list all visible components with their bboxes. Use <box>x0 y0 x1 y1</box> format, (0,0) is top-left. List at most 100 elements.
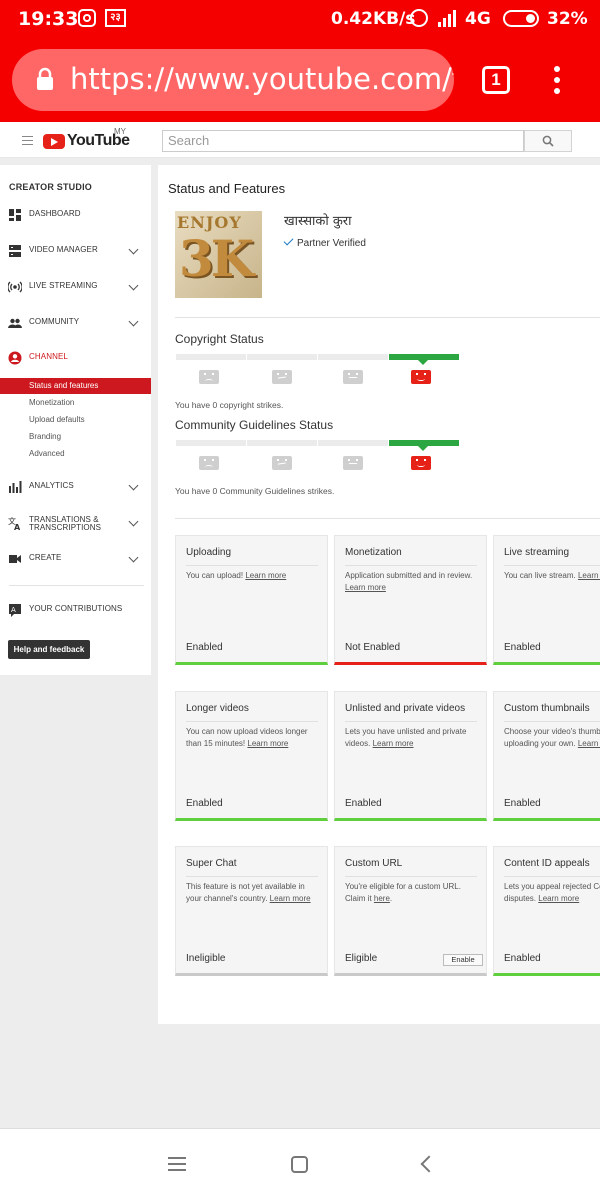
card-description: Choose your video's thumbnail by uploadi… <box>504 726 600 749</box>
sidebar-sub-status-and-features[interactable]: Status and features <box>0 378 151 394</box>
card-divider <box>186 565 318 566</box>
sidebar-item-label: LIVE STREAMING <box>29 281 98 290</box>
chevron-down-icon[interactable] <box>128 244 139 255</box>
sidebar-item-live-streaming[interactable]: LIVE STREAMING <box>0 278 151 298</box>
chevron-down-icon[interactable] <box>128 552 139 563</box>
contributions-icon: A <box>9 604 21 617</box>
home-icon[interactable] <box>291 1156 308 1173</box>
card-title: Monetization <box>345 547 402 558</box>
lock-icon <box>37 67 53 90</box>
chevron-down-icon[interactable] <box>128 516 139 527</box>
system-navigation-bar <box>0 1128 600 1200</box>
back-icon[interactable] <box>420 1155 438 1173</box>
sidebar-item-label: YOUR CONTRIBUTIONS <box>29 604 123 613</box>
sidebar-item-label: CREATE <box>29 553 62 562</box>
strike-segment-2 <box>247 440 317 446</box>
neutral-face-icon <box>343 370 363 384</box>
sidebar-item-label: ANALYTICS <box>29 481 74 490</box>
card-description: You can live stream. Learn more <box>504 570 600 582</box>
url-text[interactable]: https://www.youtube.com/features <box>70 62 454 96</box>
sidebar-sub-branding[interactable]: Branding <box>0 429 151 445</box>
hamburger-icon[interactable] <box>22 136 33 145</box>
youtube-play-icon <box>43 133 65 149</box>
chevron-down-icon[interactable] <box>128 316 139 327</box>
avatar-text-big: 3K <box>179 229 254 288</box>
card-divider <box>345 721 477 722</box>
alarm-icon <box>410 9 428 27</box>
sidebar-sub-upload-defaults[interactable]: Upload defaults <box>0 412 151 428</box>
sad-face-icon <box>199 370 219 384</box>
help-and-feedback-button[interactable]: Help and feedback <box>8 640 90 659</box>
learn-more-link[interactable]: Learn more <box>578 571 600 580</box>
card-status: Enabled <box>186 798 223 809</box>
strike-segment-1 <box>318 440 388 446</box>
sidebar-item-video-manager[interactable]: VIDEO MANAGER <box>0 242 151 262</box>
tab-switcher-button[interactable]: 1 <box>482 66 510 94</box>
sidebar-item-community[interactable]: COMMUNITY <box>0 314 151 334</box>
claim-link[interactable]: here <box>374 894 390 903</box>
dashboard-icon <box>9 209 21 221</box>
sidebar-item-label: DASHBOARD <box>29 209 81 218</box>
sidebar-sub-monetization[interactable]: Monetization <box>0 395 151 411</box>
uneasy-face-icon <box>272 370 292 384</box>
learn-more-link[interactable]: Learn more <box>245 571 286 580</box>
learn-more-link[interactable]: Learn more <box>373 739 414 748</box>
card-status: Enabled <box>345 798 382 809</box>
happy-face-icon <box>411 370 431 384</box>
card-description: This feature is not yet available in you… <box>186 881 322 904</box>
feature-card-monetization: Monetization Application submitted and i… <box>334 535 487 665</box>
chevron-down-icon[interactable] <box>128 280 139 291</box>
recent-apps-icon[interactable] <box>168 1157 186 1171</box>
channel-avatar[interactable]: ENJOY 3K <box>175 211 262 298</box>
youtube-header: YouTube MY Search <box>0 122 600 158</box>
enable-custom-url-button[interactable]: Enable <box>443 954 483 966</box>
sidebar-item-analytics[interactable]: ANALYTICS <box>0 478 151 498</box>
network-speed: 0.42KB/s <box>331 9 416 29</box>
chevron-down-icon[interactable] <box>128 480 139 491</box>
sidebar-divider <box>9 585 144 586</box>
sidebar-item-channel[interactable]: CHANNEL <box>0 349 151 369</box>
browser-menu-icon[interactable] <box>548 66 566 96</box>
sidebar-item-label: COMMUNITY <box>29 317 80 326</box>
sidebar-item-contributions[interactable]: A YOUR CONTRIBUTIONS <box>0 601 151 621</box>
feature-card-unlisted-private: Unlisted and private videos Lets you hav… <box>334 691 487 821</box>
search-button[interactable] <box>524 130 572 152</box>
card-description: You can upload! Learn more <box>186 570 322 582</box>
channel-name[interactable]: खास्साको कुरा <box>284 211 352 229</box>
sad-face-icon <box>199 456 219 470</box>
card-divider <box>345 876 477 877</box>
page-title: Status and Features <box>168 181 286 196</box>
copyright-strike-meter <box>176 354 459 384</box>
browser-chrome: 19:33 २३ 0.42KB/s 4G 32% https://www.you… <box>0 0 600 122</box>
learn-more-link[interactable]: Learn more <box>345 583 386 592</box>
card-desc-text: Application submitted and in review. <box>345 571 473 580</box>
sidebar-item-dashboard[interactable]: DASHBOARD <box>0 206 151 226</box>
uneasy-face-icon <box>272 456 292 470</box>
feature-card-super-chat: Super Chat This feature is not yet avail… <box>175 846 328 976</box>
feature-card-live-streaming: Live streaming You can live stream. Lear… <box>493 535 600 665</box>
sidebar-item-create[interactable]: CREATE <box>0 550 151 570</box>
learn-more-link[interactable]: Learn more <box>247 739 288 748</box>
sidebar-sub-advanced[interactable]: Advanced <box>0 446 151 462</box>
sidebar-item-translations[interactable]: 文A TRANSLATIONS & TRANSCRIPTIONS <box>0 514 151 534</box>
battery-saver-icon <box>503 10 539 27</box>
search-input[interactable]: Search <box>162 130 524 152</box>
search-icon <box>542 135 554 147</box>
copyright-status-title: Copyright Status <box>175 332 264 346</box>
status-bar: 19:33 २३ 0.42KB/s 4G 32% <box>0 0 600 38</box>
learn-more-link[interactable]: Learn more <box>538 894 579 903</box>
divider <box>175 518 600 519</box>
card-desc-text: You can upload! <box>186 571 244 580</box>
community-note: You have 0 Community Guidelines strikes. <box>175 486 335 496</box>
card-status: Not Enabled <box>345 642 401 653</box>
address-bar[interactable]: https://www.youtube.com/features <box>12 49 454 111</box>
region-code: MY <box>114 127 126 136</box>
feature-card-content-id-appeals: Content ID appeals Lets you appeal rejec… <box>493 846 600 976</box>
card-description: Application submitted and in review. Lea… <box>345 570 481 593</box>
status-features-panel: Status and Features ENJOY 3K खास्साको कु… <box>158 165 600 1024</box>
learn-more-link[interactable]: Learn more <box>270 894 311 903</box>
learn-more-link[interactable]: Learn more <box>578 739 600 748</box>
card-status: Enabled <box>504 798 541 809</box>
svg-text:A: A <box>14 523 21 530</box>
sidebar-item-label: CHANNEL <box>29 352 68 361</box>
